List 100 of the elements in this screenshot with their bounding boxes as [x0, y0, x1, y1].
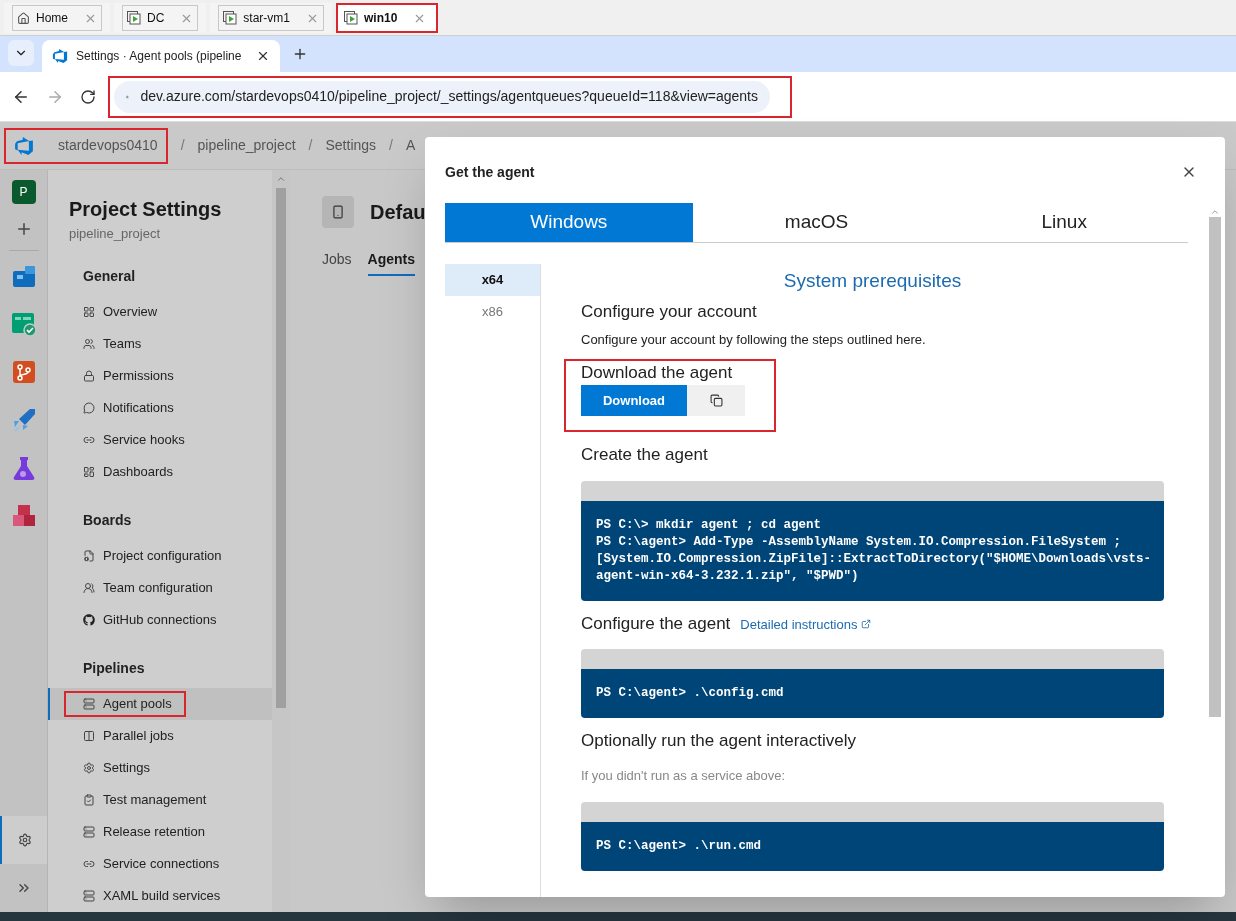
sidebar-item[interactable]: Overview — [48, 295, 272, 328]
virtual-machine-icon — [344, 11, 359, 25]
breadcrumb-link[interactable]: pipeline_project — [197, 135, 296, 156]
azure-devops-logo-icon — [52, 48, 68, 64]
settings-button[interactable] — [0, 816, 47, 864]
sidebar-title: Project Settings — [68, 197, 223, 222]
code-text: PS C:\> mkdir agent ; cd agent PS C:\agent> Add-Type -AssemblyName System.IO.Compression.FileSystem ; [System.IO.Compression.ZipFile]::ExtractToDirectory("$HOME\Downloads\vsts- agent-win-x64-3.232.1.zip", "$PWD") — [581, 500, 1164, 601]
vm-tab[interactable]: Home — [4, 3, 110, 33]
external-link-icon — [861, 619, 872, 630]
vm-tab-label: win10 — [364, 10, 398, 27]
section-heading: Configure your account — [581, 300, 757, 323]
vm-tab[interactable]: star-vm1 — [210, 3, 333, 33]
vm-tab[interactable]: DC — [114, 3, 207, 33]
people-icon — [83, 581, 95, 594]
copy-link-button[interactable] — [687, 385, 745, 416]
prerequisites-link[interactable]: System prerequisites — [783, 267, 962, 296]
breadcrumb-separator: / — [308, 136, 313, 155]
code-text: PS C:\agent> .\config.cmd — [581, 669, 1164, 718]
project-avatar[interactable]: P — [11, 180, 36, 204]
dialog-title: Get the agent — [445, 162, 535, 182]
device-icon — [331, 205, 345, 219]
settings-icon — [83, 761, 95, 774]
sidebar-item[interactable]: Project configuration — [48, 539, 272, 572]
os-tab[interactable]: macOS — [692, 203, 941, 242]
breadcrumb-link[interactable]: Settings — [325, 135, 377, 156]
section-heading: Configure the agent — [581, 612, 731, 635]
vm-tab-label: Home — [36, 10, 68, 27]
breadcrumb-link[interactable]: A — [406, 135, 416, 156]
github-icon — [83, 613, 95, 626]
instructions-link[interactable]: Detailed instructions — [740, 614, 872, 634]
server-icon — [83, 697, 95, 710]
section-heading: Download the agent — [581, 361, 733, 384]
tab-list-button[interactable] — [8, 40, 34, 66]
sidebar-item[interactable]: Test management — [48, 783, 272, 816]
dashboard-icon — [83, 465, 95, 478]
sidebar-item[interactable]: Service hooks — [48, 423, 272, 456]
sidebar-item[interactable]: Parallel jobs — [48, 719, 272, 752]
sidebar-subtitle: pipeline_project — [68, 225, 162, 243]
sidebar-section-heading: General — [82, 266, 137, 286]
server-icon — [83, 825, 95, 838]
sidebar-item[interactable]: Settings — [48, 751, 272, 784]
section-heading: Optionally run the agent interactively — [581, 730, 856, 752]
people-icon — [83, 337, 95, 350]
browser-tab-title: Settings · Agent pools (pipeline — [76, 48, 242, 65]
sidebar-item[interactable]: Notifications — [48, 391, 272, 424]
sidebar-item[interactable]: Agent pools — [48, 687, 272, 720]
sidebar-section-heading: Boards — [82, 510, 133, 530]
sidebar-item[interactable]: Dashboards — [48, 455, 272, 488]
server-icon — [83, 889, 95, 902]
vm-tab-label: DC — [147, 10, 165, 27]
browser-tab[interactable]: Settings · Agent pools (pipeline — [42, 40, 280, 72]
os-tab[interactable]: Windows — [445, 203, 693, 242]
page-title: Defau — [370, 200, 426, 225]
section-heading: Create the agent — [581, 444, 708, 466]
code-text: PS C:\agent> .\run.cmd — [581, 822, 1164, 871]
sidebar-item[interactable]: Teams — [48, 327, 272, 360]
clipboard-check-icon — [83, 793, 95, 806]
page-tab[interactable]: Agents — [367, 244, 416, 276]
artifacts-app-icon[interactable] — [10, 503, 37, 529]
url-field[interactable]: dev.azure.com/stardevops0410/pipeline_project/_settings/agentqueues?queueId=118&view=agents — [108, 75, 792, 118]
repos-app-icon[interactable] — [10, 359, 37, 385]
boards-app-icon[interactable] — [10, 311, 37, 337]
os-tab[interactable]: Linux — [940, 203, 1188, 242]
breadcrumb-separator: / — [180, 136, 185, 155]
section-note: If you didn't run as a service above: — [581, 766, 787, 785]
vm-tab[interactable]: win10 — [336, 3, 439, 33]
sidebar-section-heading: Pipelines — [82, 658, 146, 678]
url-text: dev.azure.com/stardevops0410/pipeline_project/_settings/agentqueues?queueId=118&view=agents — [140, 87, 758, 106]
virtual-machine-icon — [223, 11, 238, 25]
file-gear-icon — [83, 549, 95, 562]
reload-icon[interactable] — [80, 88, 96, 105]
grid-icon — [83, 305, 95, 318]
chat-bubble-icon — [83, 401, 95, 414]
settings-icon — [17, 833, 32, 847]
home-icon — [17, 11, 30, 25]
copy-icon — [709, 394, 723, 407]
lock-icon — [83, 369, 95, 382]
virtual-machine-icon — [127, 11, 141, 25]
sidebar-item[interactable]: XAML build services — [48, 879, 272, 912]
page-tab[interactable]: Jobs — [322, 244, 352, 276]
architecture-tab[interactable]: x86 — [445, 296, 540, 328]
scroll-up-icon[interactable] — [1209, 207, 1220, 217]
new-tab-icon[interactable] — [292, 46, 308, 62]
sidebar-item[interactable]: Service connections — [48, 847, 272, 880]
breadcrumb-link[interactable]: stardevops0410 — [58, 135, 158, 156]
azure-devops-logo-icon — [14, 135, 34, 156]
architecture-tab[interactable]: x64 — [445, 264, 540, 296]
download-button[interactable]: Download — [581, 385, 687, 416]
sidebar-item[interactable]: Release retention — [48, 815, 272, 848]
vm-tab-label: star-vm1 — [243, 10, 291, 27]
sidebar-item[interactable]: Permissions — [48, 359, 272, 392]
sidebar-item[interactable]: GitHub connections — [48, 603, 272, 636]
columns-icon — [83, 729, 95, 742]
close-icon[interactable] — [256, 49, 270, 63]
sidebar-item[interactable]: Team configuration — [48, 571, 272, 604]
breadcrumb-separator: / — [389, 136, 393, 155]
overview-app-icon[interactable] — [10, 263, 37, 289]
section-text: Configure your account by following the steps outlined here. — [581, 331, 927, 349]
sidebar-scrollbar[interactable] — [272, 170, 290, 912]
scroll-up-icon[interactable] — [276, 174, 286, 184]
